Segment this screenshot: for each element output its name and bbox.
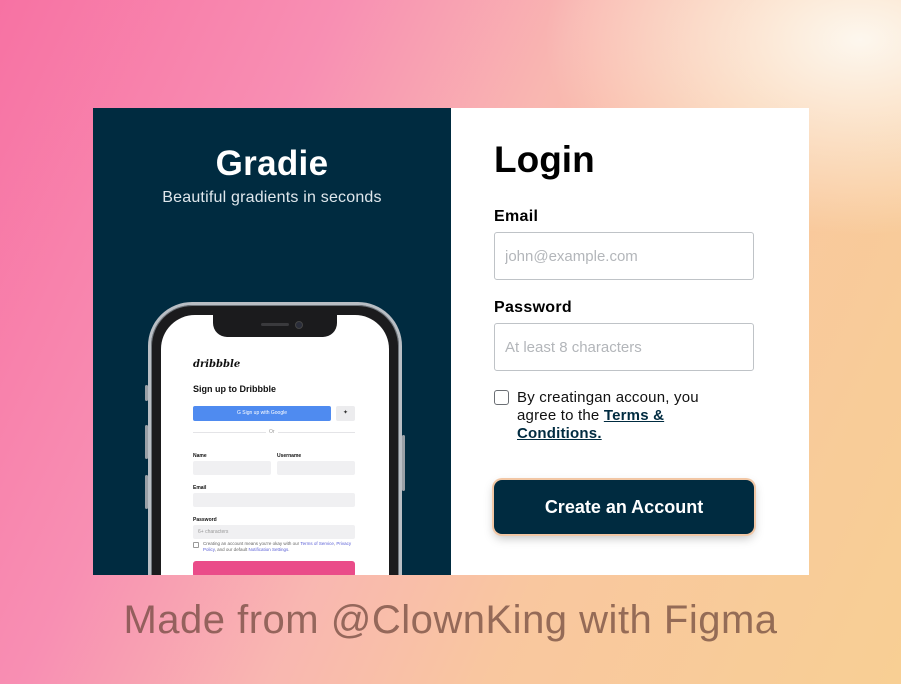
password-label: Password	[193, 517, 217, 523]
email-label: Email	[193, 485, 207, 491]
phone-side-button	[402, 435, 405, 491]
phone-side-button	[145, 385, 148, 401]
brand-subtitle: Beautiful gradients in seconds	[162, 189, 382, 206]
email-label: Email	[494, 208, 539, 225]
password-field: 6+ characters	[193, 525, 355, 539]
password-label: Password	[494, 299, 572, 316]
password-input[interactable]	[494, 323, 754, 371]
brand-title: Gradie	[215, 144, 329, 183]
terms-end: .	[288, 547, 290, 552]
terms-middle: , and our default	[214, 547, 249, 552]
or-divider: Or	[193, 429, 355, 435]
dribbble-title: Sign up to Dribbble	[193, 384, 276, 394]
terms-link: Terms of Service	[300, 541, 334, 546]
terms-checkbox[interactable]	[494, 390, 509, 405]
username-label: Username	[277, 453, 302, 459]
login-title: Login	[494, 139, 595, 180]
google-signup-button: G Sign up with Google	[193, 406, 331, 421]
terms-text: By creatingan accoun, you agree to the T…	[517, 389, 737, 443]
phone-mockup: dribbble Sign up to Dribbble G Sign up w…	[145, 302, 405, 575]
phone-notch	[213, 315, 337, 337]
terms-text: Creating an account means you're okay wi…	[203, 541, 353, 553]
phone-screen: dribbble Sign up to Dribbble G Sign up w…	[161, 315, 389, 575]
phone-camera	[295, 321, 303, 329]
phone-side-button	[145, 475, 148, 509]
username-field	[277, 461, 355, 475]
terms-row: By creatingan accoun, you agree to the T…	[494, 389, 754, 443]
signup-card: Gradie Beautiful gradients in seconds dr…	[93, 108, 809, 575]
name-label: Name	[193, 453, 207, 459]
notification-link: Notification Settings	[248, 547, 289, 552]
name-field	[193, 461, 271, 475]
footer-credit: Made from @ClownKing with Figma	[123, 598, 778, 642]
phone-speaker	[261, 323, 289, 326]
phone-side-button	[145, 425, 148, 459]
twitter-icon: ✦	[336, 406, 355, 421]
email-field	[193, 493, 355, 507]
brand-panel: Gradie Beautiful gradients in seconds dr…	[93, 108, 451, 575]
create-account-button-preview	[193, 561, 355, 575]
create-account-button[interactable]: Create an Account	[494, 480, 754, 534]
login-panel: Login Email Password By creatingan accou…	[451, 108, 809, 575]
email-input[interactable]	[494, 232, 754, 280]
or-label: Or	[266, 429, 278, 435]
dribbble-logo: dribbble	[193, 359, 241, 370]
terms-checkbox	[193, 542, 199, 548]
terms-prefix: Creating an account means you're okay wi…	[203, 541, 301, 546]
